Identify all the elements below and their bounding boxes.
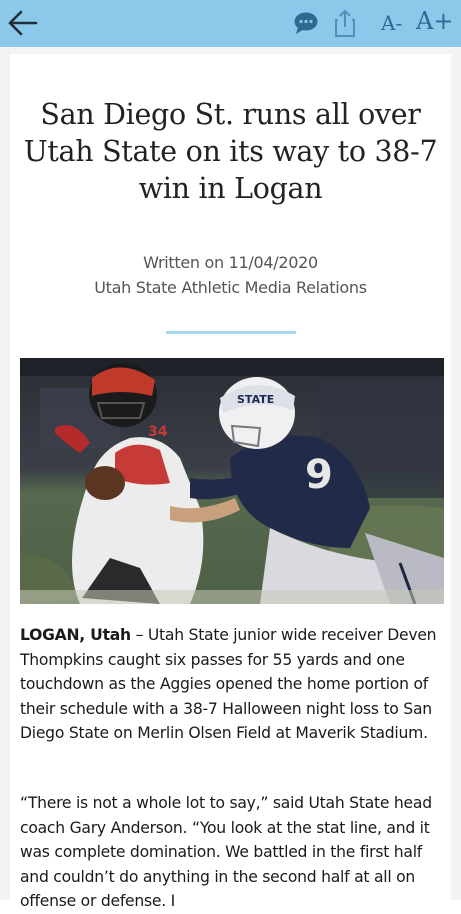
font-decrease-button[interactable]: A- <box>381 6 402 40</box>
arrow-left-icon <box>8 10 38 36</box>
article-date: Written on 11/04/2020 <box>143 253 318 272</box>
speech-bubble-icon <box>294 12 318 34</box>
back-button[interactable] <box>6 8 42 38</box>
article-paragraph-1: LOGAN, Utah – Utah State junior wide rec… <box>20 623 446 746</box>
share-button[interactable] <box>332 8 358 38</box>
svg-text:STATE: STATE <box>237 393 274 406</box>
svg-text:9: 9 <box>305 452 333 498</box>
top-app-bar: A- A+ <box>0 0 461 47</box>
article-title: San Diego St. runs all over Utah State o… <box>23 98 438 205</box>
title-divider <box>166 331 296 334</box>
svg-text:34: 34 <box>148 424 168 440</box>
football-photo-image: 34 9 STATE <box>20 358 444 604</box>
article-dateline: LOGAN, Utah <box>20 626 131 644</box>
article-photo: 34 9 STATE <box>20 358 444 604</box>
font-decrease-label: A- <box>381 11 403 35</box>
font-increase-button[interactable]: A+ <box>416 6 453 40</box>
paragraph-text: “There is not a whole lot to say,” said … <box>20 794 432 910</box>
comment-button[interactable] <box>291 8 321 38</box>
article-author: Utah State Athletic Media Relations <box>94 278 367 297</box>
share-icon <box>335 9 355 37</box>
font-increase-label: A+ <box>416 7 454 35</box>
article-paragraph-2: “There is not a whole lot to say,” said … <box>20 791 446 914</box>
